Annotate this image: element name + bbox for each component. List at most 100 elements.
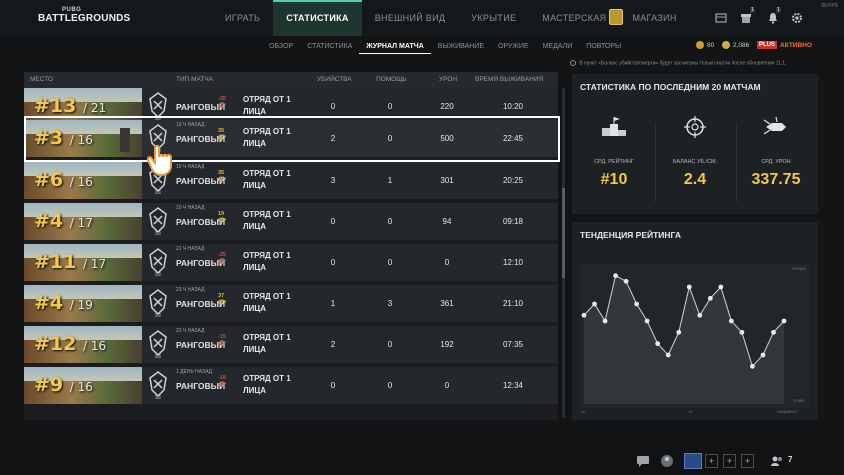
stat-label: СРД. УРОН <box>761 159 791 165</box>
party-slot[interactable]: + <box>741 454 754 468</box>
stat-label: СРД. РЕЙТИНГ <box>594 159 634 165</box>
squad-line2: ЛИЦА <box>243 386 266 395</box>
rp-value: -25 <box>218 96 226 102</box>
gift-count: 1 <box>750 7 755 13</box>
rank-points-change: 19 ОР <box>218 211 226 225</box>
notification-bell-icon[interactable] <box>767 12 779 24</box>
trend-point[interactable] <box>634 301 640 307</box>
x-axis-mid-label: 10 <box>688 409 693 414</box>
squad-line1: ОТРЯД ОТ 1 <box>243 333 291 342</box>
party-slot[interactable]: + <box>705 454 718 468</box>
svg-text:III: III <box>155 190 161 195</box>
trend-point[interactable] <box>760 352 766 358</box>
gift-icon[interactable] <box>740 12 752 24</box>
placement: #4 / 19 <box>34 291 93 317</box>
subtab-overview[interactable]: ОБЗОР <box>262 40 300 54</box>
trend-point[interactable] <box>771 329 776 335</box>
subtab-medals[interactable]: МЕДАЛИ <box>536 40 580 54</box>
time-ago: 23 Ч НАЗАД <box>176 328 205 334</box>
table-scrollbar[interactable] <box>562 88 565 418</box>
info-icon <box>570 60 576 66</box>
tab-appearance[interactable]: ВНЕШНИЙ ВИД <box>362 0 459 36</box>
survival-time-value: 10:20 <box>502 102 524 111</box>
scrollbar-thumb[interactable] <box>562 188 565 278</box>
tab-play[interactable]: ИГРАТЬ <box>212 0 273 36</box>
tab-shelter[interactable]: УКРЫТИЕ <box>458 0 529 36</box>
table-row[interactable]: #11 / 17 III 21 Ч НАЗАД РАНГОВЫЙ -25 ОР ОТРЯД … <box>24 244 558 281</box>
trend-point[interactable] <box>739 329 745 335</box>
trend-point[interactable] <box>644 318 650 324</box>
trend-point[interactable] <box>655 341 661 347</box>
col-place: МЕСТО <box>30 76 53 83</box>
friends-count: 7 <box>788 455 793 464</box>
subtab-statistics[interactable]: СТАТИСТИКА <box>300 40 359 54</box>
subtab-weapons[interactable]: ОРУЖИЕ <box>491 40 536 54</box>
trend-point[interactable] <box>686 284 692 290</box>
trend-point[interactable] <box>750 363 755 369</box>
squad-type: ОТРЯД ОТ 1 ЛИЦА <box>243 373 313 397</box>
chat-icon[interactable] <box>636 454 650 468</box>
trend-point[interactable] <box>623 278 629 284</box>
trend-point[interactable] <box>665 352 671 358</box>
rank-points-change: 37 ОР <box>218 293 226 307</box>
avatar[interactable] <box>660 454 674 468</box>
podium-icon <box>602 117 626 136</box>
plus-status[interactable]: PLUS АКТИВНО <box>757 38 812 52</box>
pointer-hand-icon <box>146 144 172 177</box>
damage-value: 220 <box>440 102 454 111</box>
trend-point[interactable] <box>781 318 787 324</box>
time-ago: 20 Ч НАЗАД <box>176 205 205 211</box>
rank-points-change: -25 ОР <box>218 252 226 266</box>
trend-point[interactable] <box>728 318 734 324</box>
trend-point[interactable] <box>707 295 713 301</box>
damage-value: 301 <box>440 176 454 185</box>
table-row[interactable]: #9 / 16 III 1 ДЕНЬ НАЗАД РАНГОВЫЙ -18 ОР ОТРЯД… <box>24 367 558 404</box>
rp-unit: ОР <box>218 177 226 183</box>
subtab-survival[interactable]: ВЫЖИВАНИЕ <box>431 40 491 54</box>
trend-point[interactable] <box>697 312 703 318</box>
trend-point[interactable] <box>602 318 608 324</box>
tab-workshop[interactable]: МАСТЕРСКАЯ <box>529 0 619 36</box>
svg-text:III: III <box>155 231 161 236</box>
table-row[interactable]: #4 / 19 III 23 Ч НАЗАД РАНГОВЫЙ 37 ОР ОТРЯД ОТ… <box>24 285 558 322</box>
subtab-replays[interactable]: ПОВТОРЫ <box>579 40 628 54</box>
time-ago: 21 Ч НАЗАД <box>176 246 205 252</box>
trend-point[interactable] <box>613 273 618 279</box>
time-ago: 1 ДЕНЬ НАЗАД <box>176 369 212 375</box>
subtab-match-log[interactable]: ЖУРНАЛ МАТЧА <box>359 40 431 54</box>
tab-statistics[interactable]: СТАТИСТИКА <box>273 0 362 36</box>
party-slot[interactable]: + <box>723 454 736 468</box>
bottom-bar: + + + 7 <box>0 448 844 475</box>
kills-value: 3 <box>330 176 336 185</box>
player-portrait[interactable] <box>684 453 702 469</box>
plus-active-label: АКТИВНО <box>780 41 812 49</box>
trend-point[interactable] <box>718 284 724 290</box>
table-row[interactable]: #6 / 16 III 19 Ч НАЗАД РАНГОВЫЙ 35 ОР ОТРЯД ОТ… <box>24 162 558 199</box>
gear-icon[interactable] <box>791 12 803 24</box>
trend-point[interactable] <box>581 312 587 318</box>
survival-time-value: 07:35 <box>502 340 524 349</box>
table-row[interactable]: #4 / 17 III 20 Ч НАЗАД РАНГОВЫЙ 19 ОР ОТРЯД ОТ… <box>24 203 558 240</box>
rank-tier-icon: III <box>149 248 167 277</box>
friends-icon[interactable] <box>770 454 784 468</box>
gcoin-icon <box>722 41 730 49</box>
rating-trend-panel: ТЕНДЕНЦИЯ РЕЙТИНГА ЛУЧШЕ ХУЖЕ 20 10 НЕДА… <box>572 222 818 420</box>
svg-text:III: III <box>155 354 161 359</box>
stats-panel-title: СТАТИСТИКА ПО ПОСЛЕДНИМ 20 МАТЧАМ <box>580 82 761 92</box>
inventory-icon[interactable] <box>715 12 727 24</box>
svg-text:III: III <box>155 395 161 400</box>
bullet-burst-icon <box>763 116 786 135</box>
col-survival-time: ВРЕМЯ ВЫЖИВАНИЯ <box>475 76 544 83</box>
trend-point[interactable] <box>592 301 597 307</box>
x-axis-left-label: 20 <box>581 409 586 414</box>
trend-point[interactable] <box>676 329 682 335</box>
survival-time-value: 21:10 <box>502 299 524 308</box>
squad-line1: ОТРЯД ОТ 1 <box>243 169 291 178</box>
axis-top-label: ЛУЧШЕ <box>792 266 806 271</box>
tab-store[interactable]: МАГАЗИН <box>619 0 689 36</box>
assists-value: 0 <box>387 340 393 349</box>
placement-rank: #12 <box>34 333 77 355</box>
table-row[interactable]: #12 / 16 III 23 Ч НАЗАД РАНГОВЫЙ -15 ОР ОТРЯД … <box>24 326 558 363</box>
event-pass-icon[interactable] <box>609 9 623 25</box>
info-note-text: В пункт «Баланс убийств/смерти» будут за… <box>579 60 787 67</box>
